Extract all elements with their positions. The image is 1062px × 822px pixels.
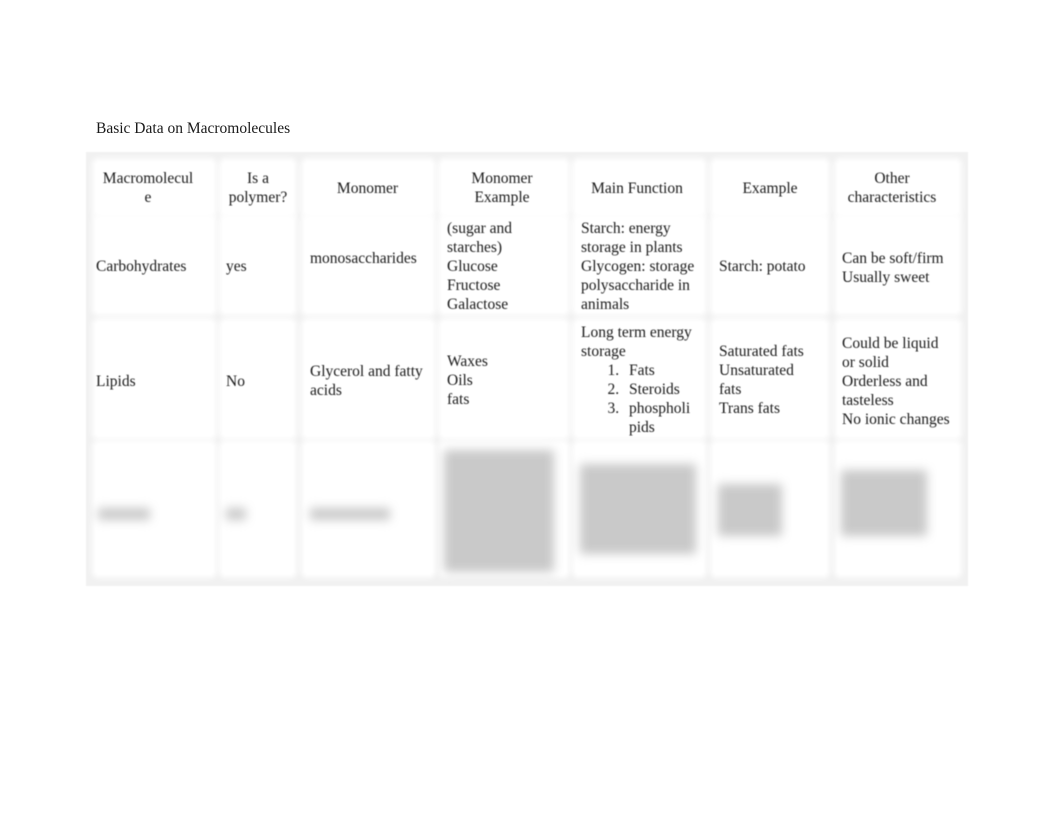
- cell-monomer: Glycerol and fatty acids: [310, 363, 423, 399]
- table-row-blurred: [86, 444, 968, 580]
- main-function-text: Long term energy storage: [581, 324, 692, 360]
- cell-monomer-example: Waxes Oils fats: [447, 353, 488, 408]
- table-row: Carbohydrates yes monosaccharides (sugar…: [86, 218, 968, 320]
- macromolecules-table: Macromolecul e Is a polymer? Monomer Mon…: [86, 152, 968, 586]
- cell-example: Saturated fats Unsaturated fats Trans fa…: [719, 343, 804, 417]
- cell-is-polymer: No: [226, 373, 245, 390]
- cell-monomer-example: (sugar and starches) Glucose Fructose Ga…: [447, 220, 512, 313]
- list-item: phospholi pids: [623, 399, 707, 437]
- header-main-function: Main Function: [591, 180, 683, 197]
- cell-example: Starch: potato: [719, 258, 806, 275]
- cell-main-function: Long term energy storage Fats Steroids p…: [581, 323, 707, 437]
- table-row: Lipids No Glycerol and fatty acids Waxes…: [86, 322, 968, 442]
- cell-macromolecule: Lipids: [96, 373, 136, 390]
- header-monomer-example: Monomer Example: [471, 170, 533, 206]
- cell-is-polymer: yes: [226, 258, 247, 275]
- cell-main-function: Starch: energy storage in plants Glycoge…: [581, 220, 695, 313]
- main-function-list: Fats Steroids phospholi pids: [581, 361, 707, 437]
- list-item: Steroids: [623, 380, 707, 399]
- list-item: Fats: [623, 361, 707, 380]
- cell-monomer: monosaccharides: [310, 250, 417, 267]
- cell-macromolecule: Carbohydrates: [96, 258, 187, 275]
- document-title: Basic Data on Macromolecules: [96, 120, 291, 137]
- cell-other: Could be liquid or solid Orderless and t…: [842, 335, 950, 428]
- header-other-characteristics: Other characteristics: [847, 170, 937, 206]
- table-header-row: Macromolecul e Is a polymer? Monomer Mon…: [86, 162, 968, 218]
- header-example: Example: [742, 180, 798, 197]
- header-monomer: Monomer: [336, 180, 399, 197]
- cell-other: Can be soft/firm Usually sweet: [842, 250, 944, 286]
- header-is-polymer: Is a polymer?: [228, 170, 288, 206]
- header-macromolecule: Macromolecul e: [102, 170, 194, 206]
